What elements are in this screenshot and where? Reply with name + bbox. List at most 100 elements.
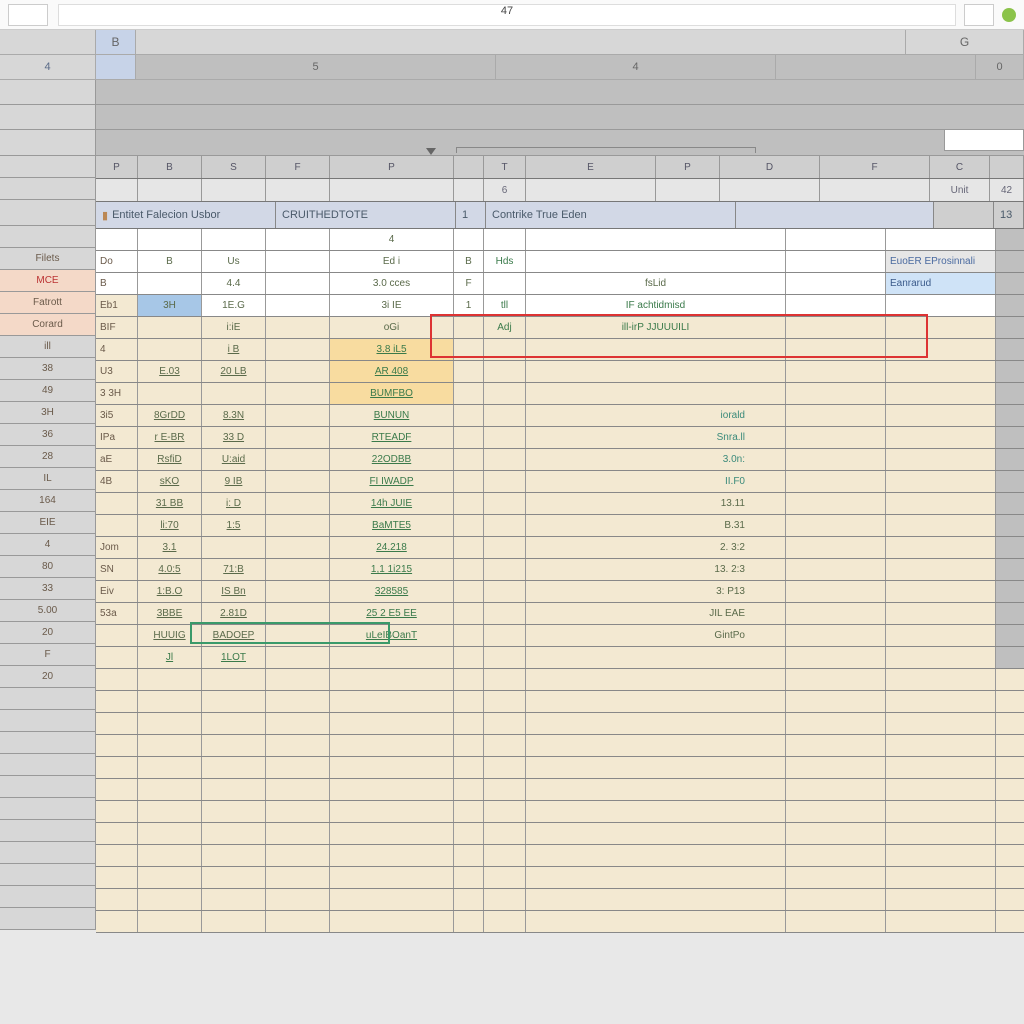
cell[interactable] — [484, 427, 526, 448]
cell[interactable] — [484, 581, 526, 602]
cell[interactable]: RTEADF — [330, 427, 454, 448]
cell[interactable]: B — [96, 273, 138, 294]
cell[interactable] — [330, 735, 454, 756]
row-num[interactable]: 38 — [0, 358, 96, 380]
cell[interactable] — [454, 845, 484, 866]
cell[interactable] — [526, 669, 786, 690]
cell[interactable] — [138, 801, 202, 822]
cell[interactable] — [454, 713, 484, 734]
cell[interactable] — [266, 713, 330, 734]
cell[interactable]: 71:B — [202, 559, 266, 580]
col-header[interactable]: F — [820, 156, 930, 178]
row-num[interactable] — [0, 908, 96, 930]
cell[interactable]: 4.0:5 — [138, 559, 202, 580]
cell[interactable]: BIF — [96, 317, 138, 338]
cell[interactable] — [266, 735, 330, 756]
cell[interactable] — [886, 339, 996, 360]
cell[interactable] — [656, 179, 720, 201]
cell[interactable] — [202, 779, 266, 800]
cell[interactable] — [996, 647, 1024, 668]
cell[interactable] — [266, 691, 330, 712]
cell[interactable] — [886, 625, 996, 646]
cell[interactable] — [96, 735, 138, 756]
cell[interactable] — [886, 911, 996, 932]
cell[interactable] — [996, 537, 1024, 558]
cell[interactable] — [484, 603, 526, 624]
cell[interactable] — [330, 823, 454, 844]
cell[interactable] — [454, 911, 484, 932]
cell[interactable] — [138, 229, 202, 250]
cell[interactable]: sKO — [138, 471, 202, 492]
cell[interactable]: Jom — [96, 537, 138, 558]
cell[interactable]: oGi — [330, 317, 454, 338]
cell[interactable] — [202, 691, 266, 712]
cell[interactable]: 1,1 1i215 — [330, 559, 454, 580]
cell[interactable]: 2. 3:2 — [526, 537, 786, 558]
outer-cell[interactable]: 5 — [136, 55, 496, 79]
cell[interactable] — [886, 383, 996, 404]
cell[interactable]: EuoER EProsinnali — [886, 251, 996, 272]
cell[interactable]: JIL EAE — [526, 603, 786, 624]
cell[interactable] — [526, 383, 786, 404]
cell[interactable] — [996, 757, 1024, 778]
cell[interactable] — [786, 339, 886, 360]
cell[interactable] — [330, 801, 454, 822]
cell[interactable] — [526, 823, 786, 844]
cell[interactable] — [330, 889, 454, 910]
cell[interactable] — [886, 801, 996, 822]
cell[interactable]: RsfiD — [138, 449, 202, 470]
cell[interactable] — [266, 911, 330, 932]
col-header[interactable]: C — [930, 156, 990, 178]
cell[interactable] — [996, 493, 1024, 514]
cell[interactable]: F — [454, 273, 484, 294]
cell[interactable] — [96, 713, 138, 734]
cell[interactable] — [786, 735, 886, 756]
cell[interactable] — [454, 867, 484, 888]
cell[interactable] — [202, 713, 266, 734]
col-header[interactable]: E — [526, 156, 656, 178]
cell[interactable] — [454, 229, 484, 250]
cell[interactable]: 3i IE — [330, 295, 454, 316]
cell[interactable] — [786, 625, 886, 646]
row-num[interactable] — [0, 754, 96, 776]
cell[interactable] — [138, 691, 202, 712]
cell[interactable] — [526, 339, 786, 360]
cell[interactable]: B — [454, 251, 484, 272]
cell[interactable] — [266, 581, 330, 602]
outer-cell[interactable]: 0 — [976, 55, 1024, 79]
cell[interactable]: 33 D — [202, 427, 266, 448]
cell[interactable]: GintPo — [526, 625, 786, 646]
cell[interactable] — [454, 757, 484, 778]
cell[interactable] — [266, 845, 330, 866]
title-cell[interactable]: CRUITHEDTOTE — [276, 202, 456, 228]
cell[interactable] — [202, 911, 266, 932]
cell[interactable]: 9 IB — [202, 471, 266, 492]
row-num[interactable] — [0, 688, 96, 710]
row-num[interactable]: Corard — [0, 314, 96, 336]
cell[interactable] — [454, 493, 484, 514]
cell[interactable] — [996, 427, 1024, 448]
cell[interactable] — [886, 405, 996, 426]
cell[interactable] — [454, 625, 484, 646]
cell[interactable] — [96, 691, 138, 712]
cell[interactable] — [96, 867, 138, 888]
cell[interactable] — [266, 889, 330, 910]
cell[interactable]: Hds — [484, 251, 526, 272]
cell[interactable] — [786, 669, 886, 690]
cell[interactable] — [786, 713, 886, 734]
cell[interactable] — [266, 449, 330, 470]
cell[interactable] — [202, 801, 266, 822]
cell[interactable]: U3 — [96, 361, 138, 382]
cell[interactable] — [886, 669, 996, 690]
cell[interactable]: i B — [202, 339, 266, 360]
row-num[interactable]: Fatrott — [0, 292, 96, 314]
cell[interactable]: BaMTE5 — [330, 515, 454, 536]
cell[interactable]: 3 3H — [96, 383, 138, 404]
cell[interactable] — [996, 713, 1024, 734]
cell[interactable]: 22ODBB — [330, 449, 454, 470]
cell[interactable] — [96, 845, 138, 866]
name-box[interactable] — [8, 4, 48, 26]
cell[interactable] — [484, 889, 526, 910]
cell[interactable] — [202, 867, 266, 888]
cell[interactable] — [886, 845, 996, 866]
